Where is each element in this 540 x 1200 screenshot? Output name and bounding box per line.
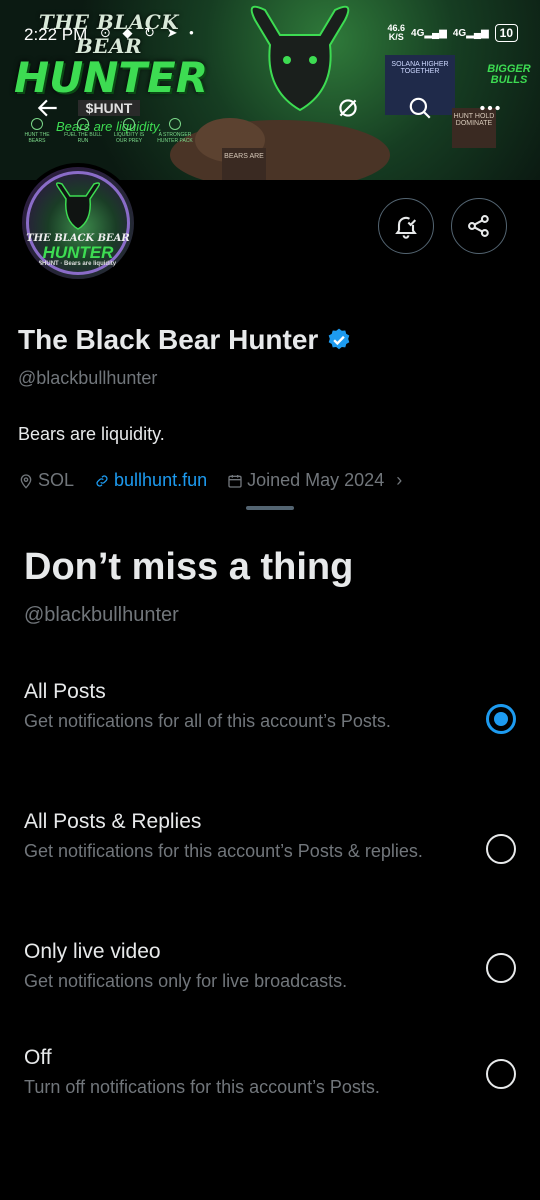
option-all-posts[interactable]: All Posts Get notifications for all of t…: [24, 680, 516, 734]
chevron-right-icon[interactable]: ›: [396, 470, 402, 491]
option-label: All Posts: [24, 680, 106, 703]
profile-name-text: The Black Bear Hunter: [18, 324, 319, 355]
option-all-posts-replies[interactable]: All Posts & Replies Get notifications fo…: [24, 810, 516, 864]
search-icon: [409, 97, 431, 119]
back-button[interactable]: [28, 88, 68, 128]
grok-button[interactable]: [328, 88, 368, 128]
battery-icon: 10: [494, 24, 518, 42]
option-label: All Posts & Replies: [24, 810, 202, 833]
option-label: Only live video: [24, 940, 161, 963]
sheet-handle: @blackbullhunter: [24, 604, 179, 626]
link-icon: [96, 474, 108, 487]
signal-icon: 4G▂▄▆: [452, 27, 489, 39]
option-description: Get notifications for this account’s Pos…: [24, 841, 423, 861]
search-button[interactable]: [400, 88, 440, 128]
bell-check-icon: [395, 216, 417, 239]
option-live-video[interactable]: Only live video Get notifications only f…: [24, 940, 516, 993]
feature-item: LIQUIDITY IS OUR PREY: [108, 118, 150, 144]
profile-name: The Black Bear Hunter: [18, 324, 352, 356]
option-description: Get notifications only for live broadcas…: [24, 971, 348, 991]
radio-all-posts-replies[interactable]: [486, 834, 516, 864]
share-button[interactable]: [451, 198, 507, 254]
more-button[interactable]: [470, 88, 510, 128]
sheet-title: Don’t miss a thing: [24, 546, 354, 588]
option-label: Off: [24, 1046, 52, 1069]
sheet-drag-handle[interactable]: [246, 506, 294, 510]
verified-badge-icon[interactable]: [326, 327, 352, 353]
feature-item: A STRONGER HUNTER PACK: [154, 118, 196, 144]
status-right: 46.6 K/S 4G▂▄▆ 4G▂▄▆ 10: [387, 24, 518, 42]
profile-handle: @blackbullhunter: [18, 368, 158, 388]
feature-item: FUEL THE BULL RUN: [62, 118, 104, 144]
radio-live-video[interactable]: [486, 953, 516, 983]
arrow-left-icon: [37, 99, 57, 117]
profile-meta: SOL bullhunt.fun Joined May 2024 ›: [18, 470, 416, 491]
banner-ticker: $HUNT: [77, 100, 141, 116]
radio-all-posts[interactable]: [486, 704, 516, 734]
avatar-bull-icon: [55, 182, 101, 230]
profile-bio: Bears are liquidity.: [18, 424, 165, 444]
website-link[interactable]: bullhunt.fun: [94, 470, 207, 491]
notification-sheet: Don’t miss a thing @blackbullhunter All …: [0, 498, 540, 1200]
more-icon: [480, 105, 500, 111]
status-bar: 2:22 PM ⊙ ◆ ↻ ➤ • 46.6 K/S 4G▂▄▆ 4G▂▄▆ 1…: [0, 0, 540, 60]
option-description: Turn off notifications for this account’…: [24, 1077, 380, 1097]
location-pin-icon: [20, 473, 32, 489]
avatar[interactable]: THE BLACK BEAR HUNTER $HUNT · Bears are …: [18, 163, 138, 283]
avatar-line3: $HUNT · Bears are liquidity.: [38, 261, 118, 267]
notification-icons: ⊙ ◆ ↻ ➤ •: [100, 25, 198, 40]
bears-sign: BEARS ARE: [222, 148, 266, 180]
option-description: Get notifications for all of this accoun…: [24, 711, 391, 731]
avatar-line2: HUNTER: [42, 243, 114, 262]
grok-icon: [339, 99, 357, 117]
signal-icon: 4G▂▄▆: [411, 27, 447, 39]
calendar-icon: [228, 474, 242, 488]
share-icon: [468, 215, 489, 237]
option-off[interactable]: Off Turn off notifications for this acco…: [24, 1046, 516, 1099]
network-speed: 46.6 K/S: [387, 23, 406, 42]
bigger-bulls-text: BIGGER BULLS: [487, 63, 531, 86]
status-time: 2:22 PM: [24, 25, 88, 44]
radio-off[interactable]: [486, 1059, 516, 1089]
notification-settings-button[interactable]: [378, 198, 434, 254]
joined-date: Joined May 2024 ›: [227, 470, 402, 491]
location: SOL: [18, 470, 74, 491]
